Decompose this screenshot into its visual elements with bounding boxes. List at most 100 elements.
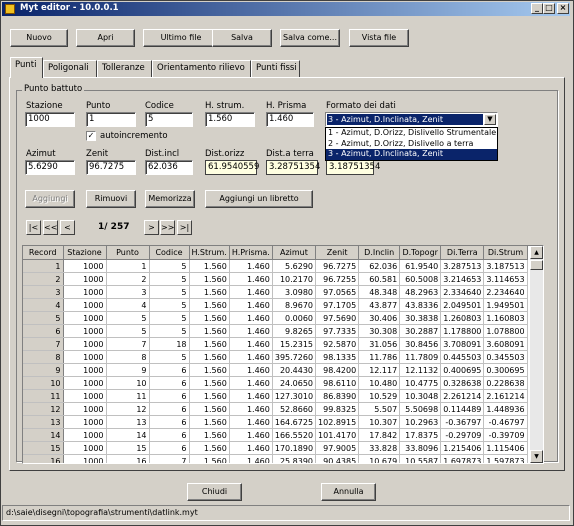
table-cell[interactable]: 9 [106,363,150,377]
table-cell[interactable]: 1000 [63,298,107,312]
column-header[interactable]: Stazione [63,246,107,260]
row-header[interactable]: 5 [23,311,64,325]
table-cell[interactable]: 164.6725 [272,415,317,429]
table-cell[interactable]: 1000 [63,363,107,377]
tab-poligonali[interactable]: Poligonali [43,60,97,77]
scroll-thumb[interactable] [530,260,543,270]
table-cell[interactable]: 1.560 [189,402,230,416]
nuovo-button[interactable]: Nuovo [10,29,68,47]
row-header[interactable]: 4 [23,298,64,312]
table-cell[interactable]: 1.460 [229,285,273,299]
table-cell[interactable]: 1.460 [229,454,273,463]
stazione-input[interactable]: 1000 [25,112,75,127]
table-cell[interactable]: 6 [149,363,190,377]
maximize-button[interactable]: □ [543,3,555,14]
table-cell[interactable]: 30.406 [358,311,401,325]
table-cell[interactable]: 5 [149,350,190,364]
table-cell[interactable]: 12 [106,402,150,416]
row-header[interactable]: 14 [23,428,64,442]
table-cell[interactable]: 17.8375 [399,428,442,442]
table-cell[interactable]: 1000 [63,441,107,455]
tab-punti[interactable]: Punti [10,57,43,78]
table-cell[interactable]: 1.460 [229,259,273,273]
row-header[interactable]: 6 [23,324,64,338]
table-cell[interactable]: 16 [106,454,150,463]
codice-input[interactable]: 5 [145,112,193,127]
table-cell[interactable]: 166.5520 [272,428,317,442]
table-cell[interactable]: 96.7255 [315,272,360,286]
table-cell[interactable]: 1.560 [189,337,230,351]
minimize-button[interactable]: _ [531,3,543,14]
table-cell[interactable]: 5.507 [358,402,401,416]
tab-tolleranze[interactable]: Tolleranze [97,60,152,77]
table-row[interactable]: 7 1000 7 18 1.560 1.460 15.2315 92.5870 31.056 30… [23,337,528,351]
table-cell[interactable]: 97.9005 [315,441,360,455]
table-row[interactable]: 12 1000 12 6 1.560 1.460 52.8660 99.8325 5.507 5.… [23,402,528,416]
table-cell[interactable]: 1.460 [229,311,273,325]
h-prisma-input[interactable]: 1.460 [266,112,314,127]
table-cell[interactable]: 1000 [63,376,107,390]
table-cell[interactable]: 17.842 [358,428,401,442]
table-cell[interactable]: 0.345503 [483,350,528,364]
table-row[interactable]: 11 1000 11 6 1.560 1.460 127.3010 86.8390 10.529… [23,389,528,403]
grid-vertical-scrollbar[interactable]: ▲ ▼ [530,246,543,463]
table-cell[interactable]: 61.9540 [399,259,442,273]
table-cell[interactable]: 98.1335 [315,350,360,364]
table-cell[interactable]: 6 [149,402,190,416]
table-cell[interactable]: 1000 [63,415,107,429]
table-cell[interactable]: 2.334640 [440,285,485,299]
table-cell[interactable]: 1.560 [189,350,230,364]
table-cell[interactable]: 52.8660 [272,402,317,416]
table-cell[interactable]: 0.228638 [483,376,528,390]
column-header[interactable]: Di.Terra [440,246,485,260]
table-cell[interactable]: 3 [106,285,150,299]
last-record-button[interactable]: >| [177,220,192,235]
column-header[interactable]: D.Inclin [358,246,401,260]
table-cell[interactable]: 10.3048 [399,389,442,403]
dist-incl-input[interactable]: 62.036 [145,160,193,175]
table-cell[interactable]: 6 [149,389,190,403]
row-header[interactable]: 12 [23,402,64,416]
salva-come-button[interactable]: Salva come... [280,29,340,47]
table-cell[interactable]: 15.2315 [272,337,317,351]
table-cell[interactable]: 1.949501 [483,298,528,312]
table-cell[interactable]: 102.8915 [315,415,360,429]
table-cell[interactable]: -0.39709 [483,428,528,442]
table-cell[interactable]: 0.300695 [483,363,528,377]
table-cell[interactable]: 1.597873 [483,454,528,463]
row-header[interactable]: 9 [23,363,64,377]
table-row[interactable]: 15 1000 15 6 1.560 1.460 170.1890 97.9005 33.828… [23,441,528,455]
table-cell[interactable]: 1000 [63,350,107,364]
table-cell[interactable]: 2.234640 [483,285,528,299]
table-cell[interactable]: 5 [106,311,150,325]
table-cell[interactable]: 1.560 [189,454,230,463]
table-row[interactable]: 14 1000 14 6 1.560 1.460 166.5520 101.4170 17.84… [23,428,528,442]
table-row[interactable]: 5 1000 5 5 1.560 1.460 0.0060 97.5690 30.406 30.3… [23,311,528,325]
table-cell[interactable]: 1.460 [229,337,273,351]
rimuovi-button[interactable]: Rimuovi [86,190,136,208]
table-cell[interactable]: -0.29709 [440,428,485,442]
formato-select[interactable]: 3 - Azimut, D.Inclinata, Zenit ▼ [325,112,498,127]
table-cell[interactable]: 1.460 [229,272,273,286]
table-cell[interactable]: 3.114653 [483,272,528,286]
table-row[interactable]: 3 1000 3 5 1.560 1.460 3.0980 97.0565 48.348 48.2… [23,285,528,299]
column-header[interactable]: H.Strum. [189,246,230,260]
table-cell[interactable]: 170.1890 [272,441,317,455]
table-cell[interactable]: 62.036 [358,259,401,273]
table-cell[interactable]: 0.0060 [272,311,317,325]
table-cell[interactable]: 25.8390 [272,454,317,463]
formato-option[interactable]: 3 - Azimut, D.Inclinata, Zenit [326,149,497,160]
table-cell[interactable]: 10 [106,376,150,390]
row-header[interactable]: 2 [23,272,64,286]
table-cell[interactable]: 43.8336 [399,298,442,312]
table-cell[interactable]: 97.0565 [315,285,360,299]
scroll-down-icon[interactable]: ▼ [530,450,543,463]
table-cell[interactable]: 5.6290 [272,259,317,273]
table-cell[interactable]: 24.0650 [272,376,317,390]
table-cell[interactable]: 1.560 [189,428,230,442]
column-header[interactable]: Record [23,246,64,260]
row-header[interactable]: 8 [23,350,64,364]
table-row[interactable]: 13 1000 13 6 1.560 1.460 164.6725 102.8915 10.30… [23,415,528,429]
table-row[interactable]: 16 1000 16 7 1.560 1.460 25.8390 90.4385 10.679 1… [23,454,528,463]
table-cell[interactable]: 31.056 [358,337,401,351]
